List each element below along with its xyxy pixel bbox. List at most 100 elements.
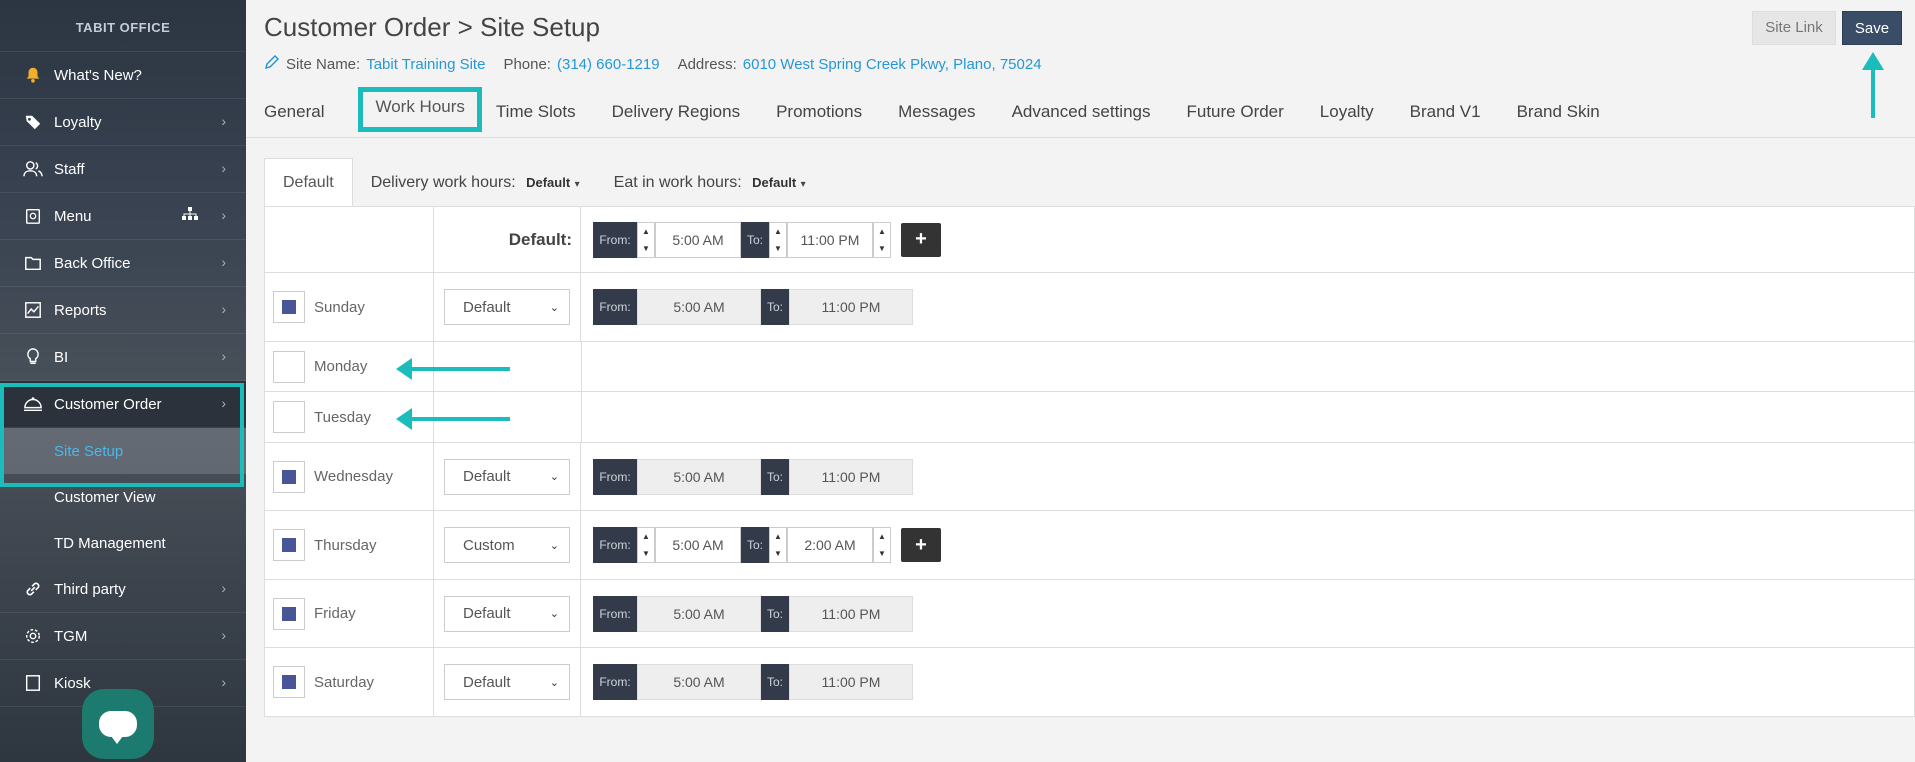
kiosk-icon <box>22 672 44 694</box>
sidebar-item-label: What's New? <box>54 66 142 84</box>
day-checkbox[interactable] <box>273 666 305 698</box>
from-time-input[interactable]: 5:00 AM <box>655 221 741 258</box>
day-checkbox[interactable] <box>273 597 305 630</box>
chevron-right-icon: › <box>221 580 226 596</box>
sidebar-item-whats-new[interactable]: What's New? <box>0 52 246 99</box>
day-checkbox[interactable] <box>273 350 305 383</box>
to-time-input[interactable]: 11:00 PM <box>787 221 873 258</box>
time-range: From: ▲ ▼ 5:00 AM To: ▲ ▼ 2:00 AM ▲ ▼ <box>593 527 891 563</box>
chevron-down-icon: ⌄ <box>549 301 559 314</box>
tab-loyalty[interactable]: Loyalty <box>1320 92 1374 132</box>
sidebar-item-label: Menu <box>54 207 92 225</box>
save-button[interactable]: Save <box>1842 11 1902 45</box>
to-spinner-right[interactable]: ▲ ▼ <box>873 527 891 563</box>
sidebar-item-tgm[interactable]: TGM › <box>0 613 246 660</box>
eatin-label: Eat in work hours: <box>613 174 742 191</box>
day-name: Wednesday <box>314 468 393 485</box>
from-label: From: <box>593 664 637 700</box>
sidebar-subitem-td-management[interactable]: TD Management <box>0 520 246 566</box>
chart-icon <box>22 299 44 321</box>
add-range-button[interactable]: + <box>901 528 941 562</box>
chevron-right-icon: › <box>221 160 226 176</box>
sidebar-item-staff[interactable]: Staff › <box>0 146 246 193</box>
from-time-input[interactable]: 5:00 AM <box>655 527 741 563</box>
from-spinner[interactable]: ▲ ▼ <box>637 527 655 563</box>
day-row-saturday: Saturday Default ⌄ From: 5:00 AM To: 11:0… <box>265 648 1914 716</box>
subtab-default[interactable]: Default <box>264 158 353 208</box>
mode-select[interactable]: Default ⌄ <box>444 458 570 495</box>
sidebar-item-menu[interactable]: Menu › <box>0 193 246 240</box>
day-name: Sunday <box>314 298 365 316</box>
tab-general[interactable]: General <box>264 92 324 132</box>
from-spinner[interactable]: ▲ ▼ <box>637 221 655 258</box>
sidebar-item-label: Reports <box>54 301 107 319</box>
pencil-icon[interactable] <box>264 54 280 74</box>
chevron-right-icon: › <box>221 627 226 643</box>
users-icon <box>22 158 44 180</box>
chevron-right-icon: › <box>221 348 226 364</box>
address-value: 6010 West Spring Creek Pkwy, Plano, 7502… <box>742 55 1042 73</box>
site-name-value: Tabit Training Site <box>366 55 486 73</box>
annotation-arrow-tuesday <box>396 408 510 430</box>
add-range-button[interactable]: + <box>901 222 941 257</box>
mode-select[interactable]: Default ⌄ <box>444 664 570 700</box>
from-label: From: <box>593 458 637 495</box>
sitemap-icon[interactable] <box>182 207 198 225</box>
sidebar-item-back-office[interactable]: Back Office › <box>0 240 246 287</box>
day-checkbox[interactable] <box>273 401 305 433</box>
chat-button[interactable] <box>82 689 154 759</box>
mode-select[interactable]: Custom ⌄ <box>444 527 570 563</box>
time-range: From: 5:00 AM To: 11:00 PM <box>593 595 913 632</box>
default-time-range: From: ▲ ▼ 5:00 AM To: ▲ ▼ 11:00 PM ▲ ▼ <box>593 221 891 258</box>
chevron-right-icon: › <box>221 301 226 317</box>
sidebar-item-loyalty[interactable]: Loyalty › <box>0 99 246 146</box>
chevron-right-icon: › <box>221 395 226 411</box>
tab-future-order[interactable]: Future Order <box>1186 92 1283 132</box>
default-label: Default: <box>508 229 572 249</box>
to-spinner-right[interactable]: ▲ ▼ <box>873 221 891 258</box>
to-time-input[interactable]: 2:00 AM <box>787 527 873 563</box>
time-range: From: 5:00 AM To: 11:00 PM <box>593 289 913 325</box>
day-checkbox[interactable] <box>273 529 305 561</box>
eatin-value: Default <box>752 175 797 190</box>
mode-select[interactable]: Default ⌄ <box>444 289 570 325</box>
chevron-down-icon: ⌄ <box>549 471 559 483</box>
work-hours-panel: Default Delivery work hours: Default ▾ E… <box>264 158 1915 718</box>
sidebar-item-third-party[interactable]: Third party › <box>0 566 246 613</box>
tab-brand-skin[interactable]: Brand Skin <box>1517 92 1600 132</box>
tab-work-hours[interactable]: Work Hours <box>358 87 482 132</box>
to-label: To: <box>761 595 789 632</box>
site-link-button[interactable]: Site Link <box>1752 11 1836 45</box>
delivery-work-hours-dropdown[interactable]: Delivery work hours: Default ▾ <box>371 174 580 192</box>
from-label: From: <box>593 527 637 563</box>
sidebar-item-customer-order[interactable]: Customer Order › <box>0 381 246 428</box>
to-label: To: <box>761 289 789 325</box>
sidebar-item-label: BI <box>54 348 69 366</box>
phone-value: (314) 660-1219 <box>556 55 660 73</box>
tag-icon <box>22 111 44 133</box>
mode-select[interactable]: Default ⌄ <box>444 595 570 632</box>
eat-in-work-hours-dropdown[interactable]: Eat in work hours: Default ▾ <box>614 174 806 192</box>
sidebar: TABIT OFFICE What's New? Loyalty › Staff… <box>0 0 246 762</box>
from-time-value: 5:00 AM <box>637 289 761 325</box>
gear-icon <box>22 625 44 647</box>
tab-advanced-settings[interactable]: Advanced settings <box>1012 92 1151 132</box>
mode-value: Default <box>463 673 511 691</box>
tab-time-slots[interactable]: Time Slots <box>496 92 576 132</box>
to-time-value: 11:00 PM <box>789 595 913 632</box>
to-spinner[interactable]: ▲ ▼ <box>769 221 787 258</box>
tab-messages[interactable]: Messages <box>898 92 975 132</box>
to-spinner[interactable]: ▲ ▼ <box>769 527 787 563</box>
day-checkbox[interactable] <box>273 460 305 493</box>
tab-brand-v1[interactable]: Brand V1 <box>1410 92 1481 132</box>
sidebar-subitem-customer-view[interactable]: Customer View <box>0 474 246 520</box>
day-checkbox[interactable] <box>273 291 305 323</box>
sidebar-subitem-site-setup[interactable]: Site Setup <box>0 428 246 474</box>
site-name-label: Site Name: <box>286 55 361 73</box>
brand-label: TABIT OFFICE <box>0 0 246 52</box>
sidebar-item-bi[interactable]: BI › <box>0 334 246 381</box>
dish-icon <box>22 393 44 415</box>
tab-delivery-regions[interactable]: Delivery Regions <box>612 92 741 132</box>
tab-promotions[interactable]: Promotions <box>776 92 862 132</box>
sidebar-item-reports[interactable]: Reports › <box>0 287 246 334</box>
